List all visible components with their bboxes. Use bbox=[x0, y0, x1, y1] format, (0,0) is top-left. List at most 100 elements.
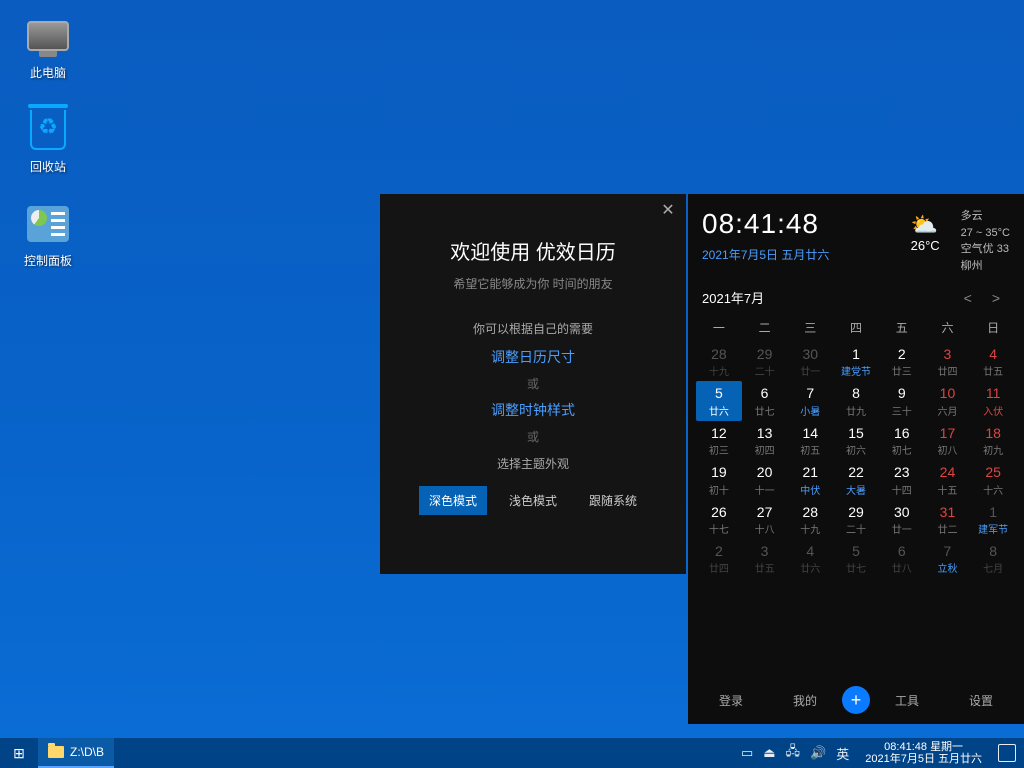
calendar-day-cell[interactable]: 23十四 bbox=[879, 460, 925, 499]
calendar-day-cell[interactable]: 21中伏 bbox=[787, 460, 833, 499]
day-number: 7 bbox=[806, 385, 814, 401]
calendar-day-cell[interactable]: 29二十 bbox=[833, 500, 879, 539]
calendar-day-cell[interactable]: 10六月 bbox=[925, 381, 971, 420]
day-number: 4 bbox=[806, 543, 814, 559]
calendar-day-cell[interactable]: 5廿七 bbox=[833, 539, 879, 578]
usb-icon[interactable]: ⏏ bbox=[763, 745, 775, 761]
calendar-day-cell[interactable]: 14初五 bbox=[787, 421, 833, 460]
weather-desc: 多云 bbox=[961, 208, 1010, 225]
taskbar-datetime[interactable]: 08:41:48 星期一 2021年7月5日 五月廿六 bbox=[857, 741, 990, 765]
tools-button[interactable]: 工具 bbox=[870, 692, 944, 709]
calendar-day-cell[interactable]: 15初六 bbox=[833, 421, 879, 460]
day-sublabel: 十四 bbox=[879, 482, 925, 497]
dow-cell: 日 bbox=[970, 313, 1016, 342]
theme-dark-button[interactable]: 深色模式 bbox=[419, 486, 487, 515]
calendar-day-cell[interactable]: 20十一 bbox=[742, 460, 788, 499]
calendar-day-cell[interactable]: 19初十 bbox=[696, 460, 742, 499]
calendar-day-cell[interactable]: 3廿五 bbox=[742, 539, 788, 578]
month-row: 2021年7月 < > bbox=[688, 282, 1024, 313]
day-sublabel: 大暑 bbox=[833, 482, 879, 497]
ime-indicator[interactable]: 英 bbox=[836, 744, 849, 763]
or-text: 或 bbox=[396, 375, 670, 392]
calendar-day-cell[interactable]: 3廿四 bbox=[925, 342, 971, 381]
calendar-day-cell[interactable]: 30廿一 bbox=[787, 342, 833, 381]
calendar-day-cell[interactable]: 2廿三 bbox=[879, 342, 925, 381]
vm-icon[interactable]: ▭ bbox=[741, 745, 753, 761]
adjust-clock-link[interactable]: 调整时钟样式 bbox=[396, 400, 670, 420]
calendar-day-cell[interactable]: 28十九 bbox=[696, 342, 742, 381]
desktop-icon-pc[interactable]: 此电脑 bbox=[10, 12, 86, 81]
calendar-week-row: 5廿六6廿七7小暑8廿九9三十10六月11入伏 bbox=[696, 381, 1016, 420]
day-sublabel: 廿五 bbox=[970, 363, 1016, 378]
calendar-day-cell[interactable]: 17初八 bbox=[925, 421, 971, 460]
calendar-day-cell[interactable]: 6廿八 bbox=[879, 539, 925, 578]
day-number: 30 bbox=[894, 504, 910, 520]
day-number: 28 bbox=[803, 504, 819, 520]
add-button[interactable]: + bbox=[842, 686, 870, 714]
day-sublabel: 初五 bbox=[787, 442, 833, 457]
calendar-day-cell[interactable]: 28十九 bbox=[787, 500, 833, 539]
calendar-day-cell[interactable]: 9三十 bbox=[879, 381, 925, 420]
day-sublabel: 十一 bbox=[742, 482, 788, 497]
calendar-day-cell[interactable]: 13初四 bbox=[742, 421, 788, 460]
taskbar-item-explorer[interactable]: Z:\D\B bbox=[38, 738, 114, 768]
month-label[interactable]: 2021年7月 bbox=[702, 288, 954, 307]
calendar-day-cell[interactable]: 31廿二 bbox=[925, 500, 971, 539]
day-number: 1 bbox=[852, 346, 860, 362]
day-number: 31 bbox=[940, 504, 956, 520]
close-button[interactable]: ✕ bbox=[658, 200, 678, 220]
mine-button[interactable]: 我的 bbox=[768, 692, 842, 709]
calendar-day-cell[interactable]: 5廿六 bbox=[696, 381, 742, 420]
calendar-day-cell[interactable]: 29二十 bbox=[742, 342, 788, 381]
calendar-day-cell[interactable]: 2廿四 bbox=[696, 539, 742, 578]
clock-time: 08:41:48 bbox=[702, 208, 901, 240]
adjust-size-link[interactable]: 调整日历尺寸 bbox=[396, 347, 670, 367]
login-button[interactable]: 登录 bbox=[694, 692, 768, 709]
calendar-day-cell[interactable]: 18初九 bbox=[970, 421, 1016, 460]
network-icon[interactable]: 🖧 bbox=[786, 742, 801, 764]
calendar-day-cell[interactable]: 1建党节 bbox=[833, 342, 879, 381]
calendar-day-cell[interactable]: 7小暑 bbox=[787, 381, 833, 420]
calendar-day-cell[interactable]: 7立秋 bbox=[925, 539, 971, 578]
desktop-icon-control-panel[interactable]: 控制面板 bbox=[10, 200, 86, 269]
dow-cell: 一 bbox=[696, 313, 742, 342]
day-sublabel: 初九 bbox=[970, 442, 1016, 457]
calendar-day-cell[interactable]: 27十八 bbox=[742, 500, 788, 539]
calendar-day-cell[interactable]: 11入伏 bbox=[970, 381, 1016, 420]
day-number: 6 bbox=[761, 385, 769, 401]
day-sublabel: 廿三 bbox=[879, 363, 925, 378]
day-sublabel: 三十 bbox=[879, 403, 925, 418]
next-month-button[interactable]: > bbox=[982, 290, 1010, 306]
calendar-day-cell[interactable]: 4廿六 bbox=[787, 539, 833, 578]
calendar-day-cell[interactable]: 12初三 bbox=[696, 421, 742, 460]
calendar-day-cell[interactable]: 22大暑 bbox=[833, 460, 879, 499]
calendar-day-cell[interactable]: 8廿九 bbox=[833, 381, 879, 420]
theme-light-button[interactable]: 浅色模式 bbox=[499, 486, 567, 515]
start-button[interactable]: ⊞ bbox=[0, 738, 38, 768]
calendar-day-cell[interactable]: 26十七 bbox=[696, 500, 742, 539]
calendar-day-cell[interactable]: 16初七 bbox=[879, 421, 925, 460]
prev-month-button[interactable]: < bbox=[954, 290, 982, 306]
settings-button[interactable]: 设置 bbox=[944, 692, 1018, 709]
calendar-day-cell[interactable]: 24十五 bbox=[925, 460, 971, 499]
temp-now: 26°C bbox=[911, 236, 951, 256]
calendar-day-cell[interactable]: 6廿七 bbox=[742, 381, 788, 420]
calendar-day-cell[interactable]: 8七月 bbox=[970, 539, 1016, 578]
day-number: 25 bbox=[985, 464, 1001, 480]
calendar-day-cell[interactable]: 1建军节 bbox=[970, 500, 1016, 539]
volume-icon[interactable]: 🔊 bbox=[810, 745, 826, 761]
notification-button[interactable] bbox=[998, 744, 1016, 762]
theme-system-button[interactable]: 跟随系统 bbox=[579, 486, 647, 515]
weather-details[interactable]: 多云 27 ~ 35°C 空气优 33 柳州 bbox=[961, 208, 1010, 274]
day-sublabel: 廿二 bbox=[925, 521, 971, 536]
system-tray: ▭ ⏏ 🖧 🔊 英 bbox=[733, 742, 857, 764]
calendar-day-cell[interactable]: 25十六 bbox=[970, 460, 1016, 499]
calendar-day-cell[interactable]: 30廿一 bbox=[879, 500, 925, 539]
day-sublabel: 立秋 bbox=[925, 560, 971, 575]
desktop-icon-recycle[interactable]: 回收站 bbox=[10, 106, 86, 175]
day-number: 17 bbox=[940, 425, 956, 441]
icon-label: 控制面板 bbox=[10, 252, 86, 269]
day-number: 12 bbox=[711, 425, 727, 441]
folder-icon bbox=[48, 746, 64, 758]
calendar-day-cell[interactable]: 4廿五 bbox=[970, 342, 1016, 381]
